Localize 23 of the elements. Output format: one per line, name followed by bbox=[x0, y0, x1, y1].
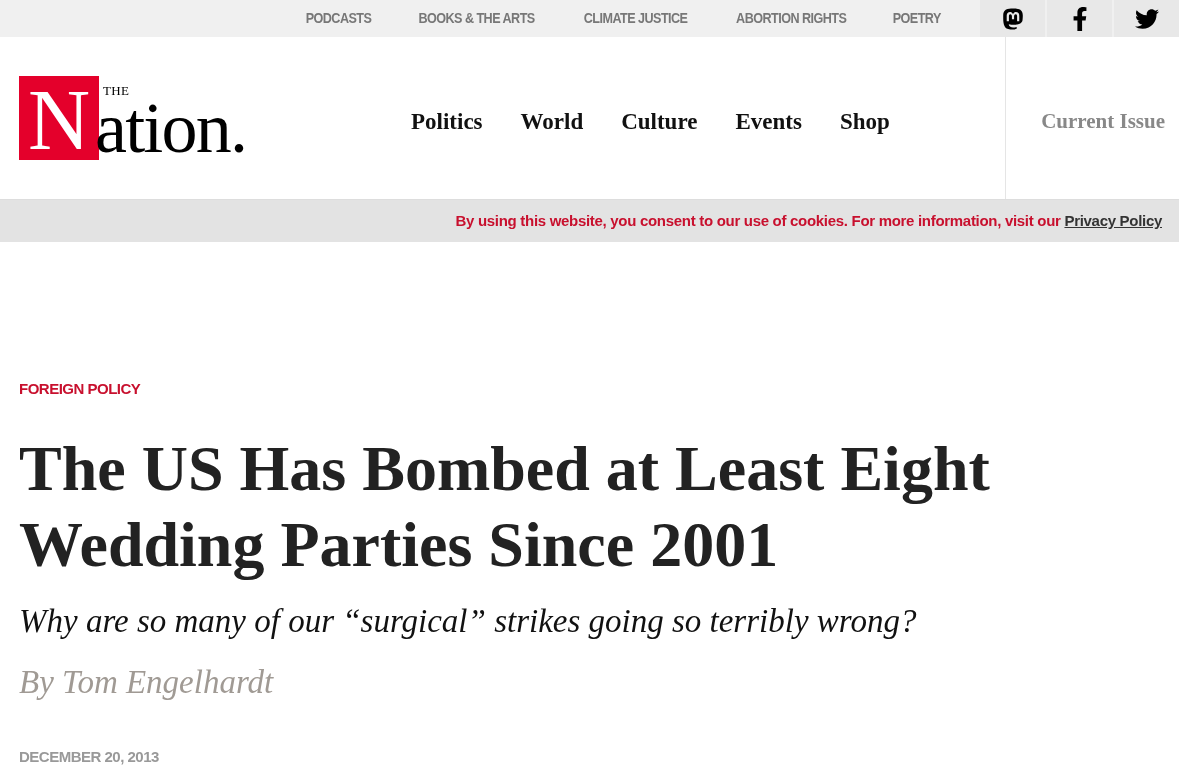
cookie-notice: By using this website, you consent to our use of cookies. For more information, visit our Privacy Policy bbox=[455, 210, 1162, 231]
main-nav-link[interactable]: Politics bbox=[411, 104, 483, 140]
social-button[interactable] bbox=[1114, 0, 1179, 37]
top-nav-link[interactable]: CLIMATE JUSTICE bbox=[583, 8, 688, 29]
main-nav-link[interactable]: Shop bbox=[839, 104, 890, 140]
top-nav-link[interactable]: BOOKS & THE ARTS bbox=[418, 8, 535, 29]
top-nav-link[interactable]: ABORTION RIGHTS bbox=[736, 8, 847, 29]
article-subtitle: Why are so many of our “surgical” strikes going so terribly wrong? bbox=[19, 601, 918, 641]
main-nav-link[interactable]: World bbox=[520, 104, 584, 140]
top-nav-link[interactable]: PODCASTS bbox=[305, 8, 372, 29]
main-nav-link[interactable]: Culture bbox=[621, 104, 698, 140]
category-label[interactable]: FOREIGN POLICY bbox=[19, 378, 1160, 401]
article-headline: The US Has Bombed at Least Eight Wedding Parties Since 2001 bbox=[19, 431, 991, 582]
twitter-icon bbox=[1134, 6, 1159, 31]
privacy-policy-link[interactable]: Privacy Policy bbox=[1064, 211, 1162, 229]
mastodon-icon bbox=[1000, 6, 1025, 31]
top-nav-link[interactable]: POETRY bbox=[892, 8, 941, 29]
social-button[interactable] bbox=[980, 0, 1045, 37]
main-nav-link[interactable]: Events bbox=[735, 104, 802, 140]
article-date: DECEMBER 20, 2013 bbox=[19, 746, 160, 767]
social-button[interactable] bbox=[1047, 0, 1112, 37]
current-issue-link[interactable]: Current Issue bbox=[1041, 106, 1165, 138]
article-byline: By Tom Engelhardt bbox=[19, 663, 275, 702]
